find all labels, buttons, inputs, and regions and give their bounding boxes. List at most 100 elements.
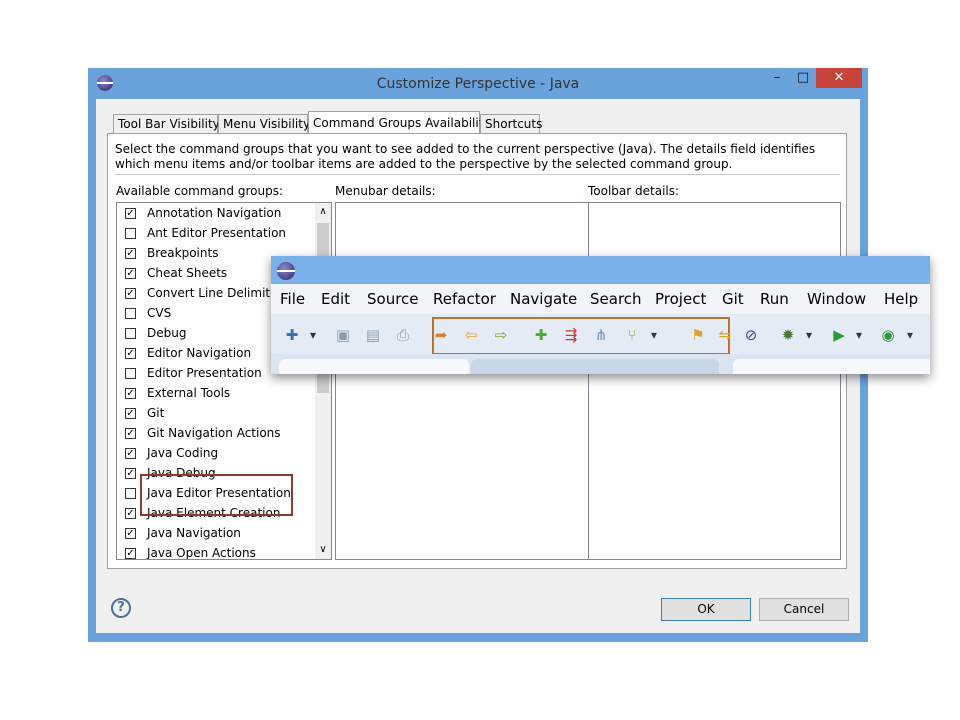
git-merge-icon[interactable]: ⋔ xyxy=(590,324,612,346)
external-tools-icon[interactable]: ◉ xyxy=(877,324,899,346)
command-group-checkbox[interactable]: ✓ xyxy=(125,268,136,279)
debug-icon[interactable]: ✹ xyxy=(777,324,799,346)
command-group-checkbox[interactable]: ✓ xyxy=(125,428,136,439)
command-group-label: Java Navigation xyxy=(147,526,241,540)
dropdown-icon[interactable]: ▾ xyxy=(904,324,916,346)
new-wizard-icon[interactable]: ✚ xyxy=(281,324,303,346)
tab-menu-visibility[interactable]: Menu Visibility xyxy=(218,114,310,133)
menu-item-project[interactable]: Project xyxy=(655,290,706,308)
command-group-label: Annotation Navigation xyxy=(147,206,282,220)
dropdown-icon[interactable]: ▾ xyxy=(853,324,865,346)
menu-item-search[interactable]: Search xyxy=(590,290,642,308)
command-group-row[interactable]: ✓ Java Navigation xyxy=(117,524,317,544)
dropdown-icon[interactable]: ▾ xyxy=(307,324,319,346)
separator xyxy=(115,174,840,175)
view-tab-left xyxy=(279,359,469,374)
command-group-label: CVS xyxy=(147,306,172,320)
scroll-down-icon[interactable]: ∨ xyxy=(315,541,331,559)
command-group-checkbox[interactable]: ✓ xyxy=(125,348,136,359)
minimize-button[interactable]: – xyxy=(764,68,790,88)
eclipse-toolbar: ✚ ▾ ▣ ▤ ⎙ ➦ ⇦ ⇨ ✚ ⇶ ⋔ ⑂ ▾ ⚑ ⇋ ⊘ ✹ ▾ ▶ ▾ ◉ ▾ xyxy=(271,314,930,355)
command-group-checkbox[interactable]: ✓ xyxy=(125,248,136,259)
command-group-row[interactable]: ✓ Git Navigation Actions xyxy=(117,424,317,444)
scroll-up-icon[interactable]: ∧ xyxy=(315,203,331,221)
menu-item-file[interactable]: File xyxy=(280,290,305,308)
available-groups-label: Available command groups: xyxy=(116,184,283,198)
save-all-icon[interactable]: ▤ xyxy=(362,324,384,346)
command-group-checkbox[interactable]: ✓ xyxy=(125,548,136,559)
command-group-checkbox[interactable]: ✓ xyxy=(125,388,136,399)
command-group-label: Git xyxy=(147,406,165,420)
command-group-row[interactable]: Ant Editor Presentation xyxy=(117,224,317,244)
command-group-checkbox[interactable]: ✓ xyxy=(125,508,136,519)
git-branch-icon[interactable]: ⑂ xyxy=(621,324,643,346)
eclipse-title-bar xyxy=(271,256,930,284)
menu-item-navigate[interactable]: Navigate xyxy=(510,290,577,308)
git-commit-icon[interactable]: ➦ xyxy=(430,324,452,346)
description-text: Select the command groups that you want … xyxy=(115,142,816,171)
command-group-row[interactable]: ✓ Java Coding xyxy=(117,444,317,464)
git-groups-highlight xyxy=(140,474,293,516)
command-group-checkbox[interactable] xyxy=(125,488,136,499)
command-group-checkbox[interactable]: ✓ xyxy=(125,528,136,539)
close-button[interactable]: ✕ xyxy=(816,68,862,88)
cancel-button[interactable]: Cancel xyxy=(759,598,849,621)
menu-item-refactor[interactable]: Refactor xyxy=(433,290,496,308)
view-tab-middle xyxy=(471,359,719,374)
git-pull-icon[interactable]: ⇦ xyxy=(460,324,482,346)
save-icon[interactable]: ▣ xyxy=(332,324,354,346)
eclipse-view-strip xyxy=(271,354,930,374)
command-group-row[interactable]: ✓ Annotation Navigation xyxy=(117,204,317,224)
print-icon[interactable]: ⎙ xyxy=(392,324,414,346)
menu-item-window[interactable]: Window xyxy=(807,290,866,308)
command-group-row[interactable]: ✓ Git xyxy=(117,404,317,424)
git-stash-icon[interactable]: ⚑ xyxy=(687,324,709,346)
menu-item-run[interactable]: Run xyxy=(760,290,789,308)
view-tab-right xyxy=(733,359,930,374)
dialog-title: Customize Perspective - Java xyxy=(376,76,580,92)
command-group-checkbox[interactable] xyxy=(125,308,136,319)
help-icon[interactable]: ? xyxy=(111,598,131,618)
dropdown-icon[interactable]: ▾ xyxy=(648,324,660,346)
title-bar[interactable]: Customize Perspective - Java – □ ✕ xyxy=(88,68,868,98)
menu-item-help[interactable]: Help xyxy=(884,290,918,308)
git-rebase-icon[interactable]: ⇋ xyxy=(714,324,736,346)
command-group-checkbox[interactable]: ✓ xyxy=(125,408,136,419)
menu-item-git[interactable]: Git xyxy=(722,290,744,308)
menu-item-edit[interactable]: Edit xyxy=(321,290,350,308)
command-group-checkbox[interactable]: ✓ xyxy=(125,208,136,219)
command-group-row[interactable]: ✓ Java Open Actions xyxy=(117,544,317,560)
command-group-checkbox[interactable]: ✓ xyxy=(125,448,136,459)
command-group-checkbox[interactable] xyxy=(125,228,136,239)
git-push-icon[interactable]: ⇨ xyxy=(490,324,512,346)
command-group-row[interactable]: ✓ External Tools xyxy=(117,384,317,404)
command-group-label: Java Coding xyxy=(147,446,219,460)
command-group-label: Cheat Sheets xyxy=(147,266,228,280)
menubar-details-label: Menubar details: xyxy=(335,184,436,198)
skip-breakpoints-icon[interactable]: ⊘ xyxy=(740,324,762,346)
command-group-checkbox[interactable]: ✓ xyxy=(125,288,136,299)
command-group-label: External Tools xyxy=(147,386,231,400)
maximize-button[interactable]: □ xyxy=(790,68,816,88)
dropdown-icon[interactable]: ▾ xyxy=(803,324,815,346)
command-group-checkbox[interactable] xyxy=(125,368,136,379)
command-group-checkbox[interactable] xyxy=(125,328,136,339)
command-group-label: Editor Navigation xyxy=(147,346,252,360)
command-group-checkbox[interactable]: ✓ xyxy=(125,468,136,479)
tab-tool-bar-visibility[interactable]: Tool Bar Visibility xyxy=(113,114,220,133)
command-group-label: Breakpoints xyxy=(147,246,219,260)
command-group-label: Git Navigation Actions xyxy=(147,426,281,440)
git-add-icon[interactable]: ✚ xyxy=(530,324,552,346)
eclipse-logo-icon xyxy=(277,262,295,280)
tab-command-groups-availability[interactable]: Command Groups Availability xyxy=(308,111,491,134)
run-icon[interactable]: ▶ xyxy=(828,324,850,346)
command-group-label: Ant Editor Presentation xyxy=(147,226,287,240)
toolbar-details-label: Toolbar details: xyxy=(588,184,680,198)
ok-button[interactable]: OK xyxy=(661,598,751,621)
eclipse-menubar: File Edit Source Refactor Navigate Search Proj… xyxy=(271,284,930,314)
tab-shortcuts[interactable]: Shortcuts xyxy=(480,114,542,133)
command-group-label: Java Open Actions xyxy=(147,546,256,560)
command-group-label: Debug xyxy=(147,326,187,340)
git-fetch-icon[interactable]: ⇶ xyxy=(560,324,582,346)
menu-item-source[interactable]: Source xyxy=(367,290,419,308)
